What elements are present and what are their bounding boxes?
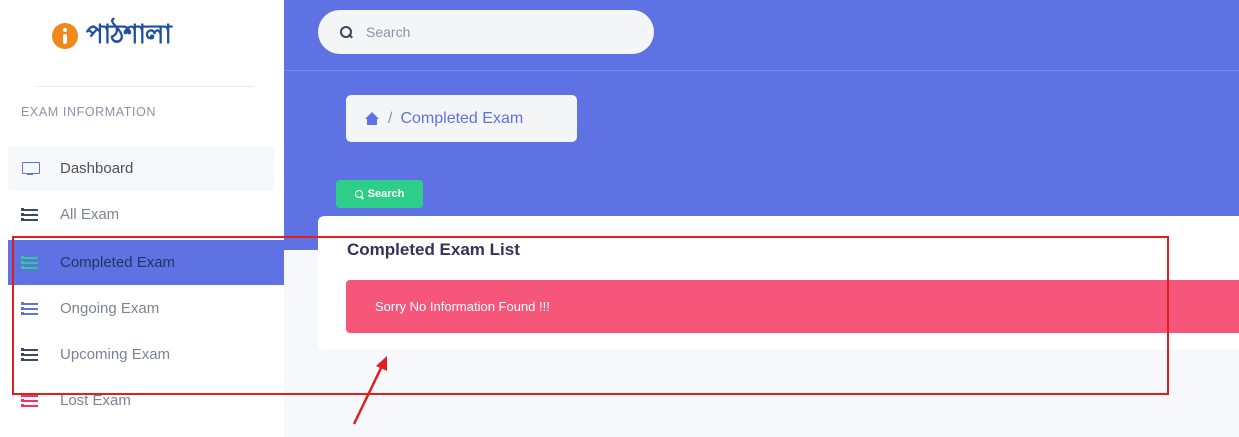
card-title: Completed Exam List [347,240,520,259]
sidebar: পাঠশালা EXAM INFORMATION Dashboard All E… [0,0,284,437]
search-icon [340,26,352,38]
monitor-icon [22,162,40,175]
sidebar-item-label: All Exam [60,206,120,223]
breadcrumb-current: Completed Exam [400,109,524,127]
sidebar-item-ongoing-exam[interactable]: Ongoing Exam [8,286,274,331]
breadcrumb: / Completed Exam [346,95,577,142]
breadcrumb-separator: / [388,109,393,127]
completed-exam-card: Completed Exam List Sorry No Information… [318,216,1239,350]
sidebar-item-completed-exam[interactable]: Completed Exam [8,240,284,285]
info-logo-icon [52,23,78,49]
sidebar-item-dashboard[interactable]: Dashboard [8,146,274,191]
sidebar-divider [36,86,254,87]
list-icon [21,208,38,221]
sidebar-item-label: Upcoming Exam [60,346,171,363]
list-icon [21,302,38,315]
search-button[interactable]: Search [336,180,423,208]
header-divider [284,70,1239,71]
search-icon [354,189,364,199]
search-input[interactable] [366,24,626,40]
sidebar-item-upcoming-exam[interactable]: Upcoming Exam [8,332,274,377]
sidebar-item-label: Lost Exam [60,392,131,409]
sidebar-item-all-exam[interactable]: All Exam [8,192,274,237]
sidebar-item-lost-exam[interactable]: Lost Exam [8,378,274,423]
sidebar-section-heading: EXAM INFORMATION [21,105,157,119]
home-icon[interactable] [364,111,380,126]
sidebar-item-label: Dashboard [60,160,134,177]
list-icon [21,256,38,269]
logo-text: পাঠশালা [86,20,172,50]
app-logo[interactable]: পাঠশালা [52,16,172,56]
list-icon [21,394,38,407]
sidebar-item-label: Ongoing Exam [60,300,160,317]
search-box[interactable] [318,10,654,54]
list-icon [21,348,38,361]
sidebar-item-label: Completed Exam [60,254,176,271]
search-button-label: Search [367,188,405,200]
no-information-alert: Sorry No Information Found !!! [346,280,1239,333]
